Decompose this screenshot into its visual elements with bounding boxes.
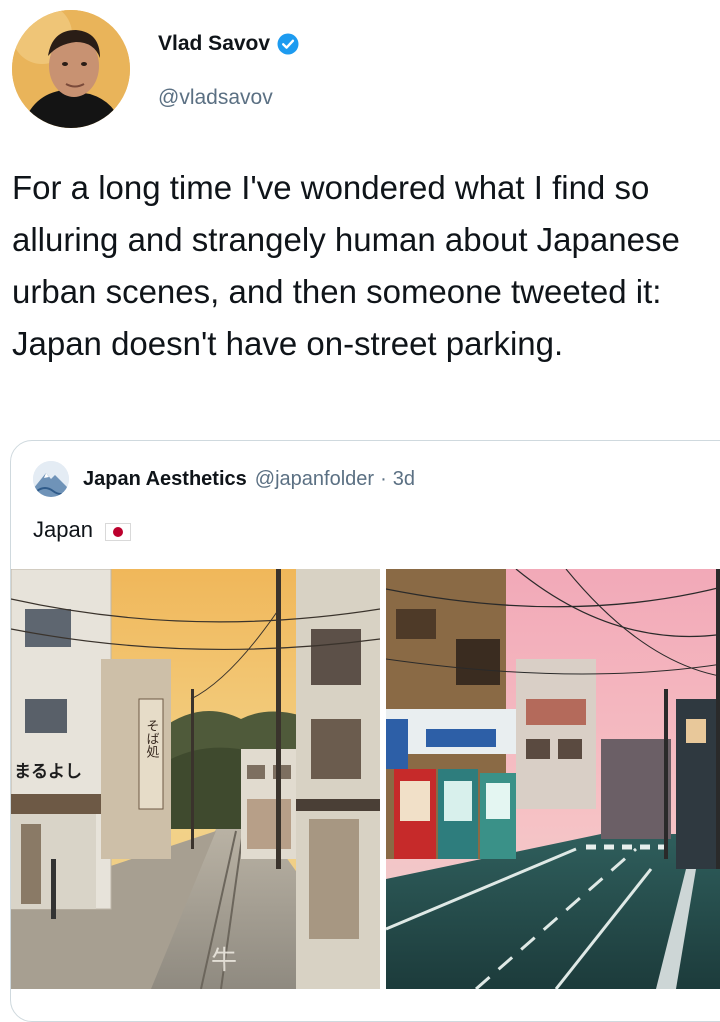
quoted-handle[interactable]: @japanfolder <box>255 468 374 491</box>
tweet-header: Vlad Savov @vladsavov <box>0 0 720 140</box>
author-handle[interactable]: @vladsavov <box>158 86 273 110</box>
japan-flag-icon <box>104 521 131 541</box>
photo-right-dusk-street[interactable] <box>386 569 720 989</box>
left-road-marking: 牛 <box>211 946 237 976</box>
tweet-text: For a long time I've wondered what I fin… <box>12 169 680 362</box>
photo-left-sunset-street[interactable]: そば処 まるよし 牛 <box>11 569 380 989</box>
verified-badge-icon <box>277 33 299 55</box>
quoted-separator: · <box>380 467 387 490</box>
quoted-tweet-header: Japan Aesthetics @japanfolder · 3d <box>33 461 415 497</box>
quoted-text-label: Japan <box>33 517 93 542</box>
left-vertical-sign: そば処 <box>144 719 160 759</box>
author-name-row: Vlad Savov <box>158 32 299 56</box>
quoted-author-avatar[interactable] <box>33 461 69 497</box>
quoted-display-name[interactable]: Japan Aesthetics <box>83 468 247 491</box>
quoted-timestamp[interactable]: 3d <box>393 468 415 491</box>
left-shop-sign: まるよし <box>14 762 82 782</box>
author-display-name[interactable]: Vlad Savov <box>158 32 270 56</box>
author-avatar[interactable] <box>12 10 130 128</box>
quoted-tweet-text: Japan <box>33 517 131 543</box>
quoted-tweet-card[interactable]: Japan Aesthetics @japanfolder · 3d Japan <box>10 440 720 1022</box>
